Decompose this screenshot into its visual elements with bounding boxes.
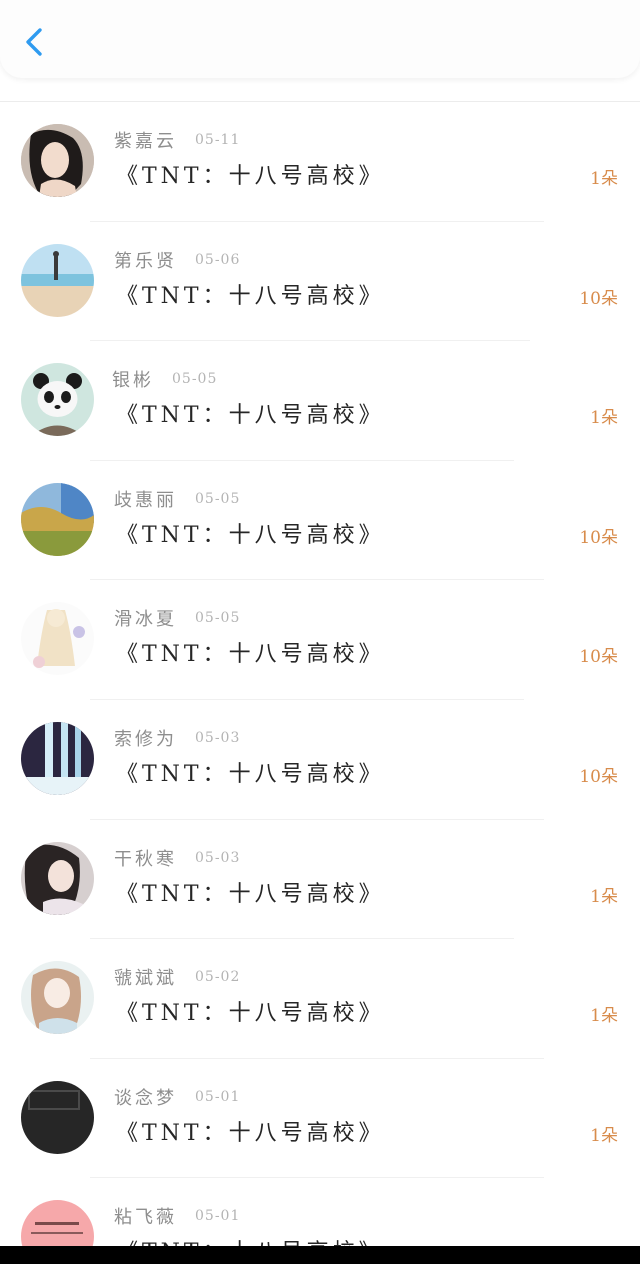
sender-name: 滑冰夏	[114, 609, 177, 631]
list-item[interactable]: 银彬 05-05 《TNT：十八号高校》 1朵	[0, 341, 640, 461]
gift-date: 05-03	[195, 729, 241, 746]
chevron-left-icon	[26, 28, 42, 56]
gift-date: 05-11	[195, 132, 241, 148]
list-item[interactable]: 歧惠丽 05-05 《TNT：十八号高校》 10朵	[0, 461, 640, 581]
book-title: 《TNT：十八号高校》	[116, 1120, 385, 1146]
book-title: 《TNT：十八号高校》	[116, 1001, 385, 1027]
gift-amount: 1朵	[590, 408, 618, 429]
sender-name: 干秋寒	[114, 848, 177, 870]
book-title: 《TNT：十八号高校》	[116, 283, 385, 309]
gift-date: 05-06	[195, 251, 241, 268]
book-title: 《TNT：十八号高校》	[116, 403, 385, 429]
avatar[interactable]	[21, 841, 94, 915]
beach-photo-icon	[21, 243, 94, 317]
waterfall-photo-icon	[21, 721, 94, 795]
gift-date: 05-01	[195, 1208, 241, 1225]
sender-name: 谈念梦	[114, 1087, 177, 1109]
list-item[interactable]: 谈念梦 05-01 《TNT：十八号高校》 1朵	[0, 1059, 640, 1179]
gift-amount: 10朵	[579, 647, 618, 668]
list-item[interactable]: 干秋寒 05-03 《TNT：十八号高校》 1朵	[0, 820, 640, 940]
sender-name: 索修为	[114, 728, 177, 750]
gift-amount: 10朵	[579, 527, 618, 548]
list-item[interactable]: 紫嘉云 05-11 《TNT：十八号高校》 1朵	[0, 102, 640, 222]
book-title: 《TNT：十八号高校》	[116, 164, 385, 189]
book-title: 《TNT：十八号高校》	[116, 761, 385, 787]
gift-amount: 1朵	[590, 169, 618, 189]
illustration-flowers-icon	[21, 602, 94, 676]
avatar[interactable]	[21, 124, 94, 197]
book-title: 《TNT：十八号高校》	[116, 522, 385, 548]
avatar[interactable]	[21, 961, 94, 1035]
sender-name: 银彬	[112, 370, 154, 392]
list-item[interactable]: 滑冰夏 05-05 《TNT：十八号高校》 10朵	[0, 580, 640, 700]
landscape-photo-icon	[21, 482, 94, 556]
top-bar	[0, 0, 640, 78]
avatar[interactable]	[21, 363, 94, 437]
book-title: 《TNT：十八号高校》	[116, 881, 385, 907]
portrait-photo-icon	[21, 124, 94, 197]
gift-date: 05-05	[195, 610, 241, 627]
gift-amount: 1朵	[590, 1006, 618, 1027]
book-title: 《TNT：十八号高校》	[116, 642, 385, 668]
avatar[interactable]	[21, 1080, 94, 1154]
avatar[interactable]	[21, 482, 94, 556]
dark-image-placeholder-icon	[21, 1080, 94, 1154]
sender-name: 第乐贤	[114, 250, 177, 272]
list-item[interactable]: 虢斌斌 05-02 《TNT：十八号高校》 1朵	[0, 939, 640, 1059]
gift-date: 05-01	[195, 1088, 241, 1105]
gift-date: 05-05	[172, 371, 218, 388]
avatar[interactable]	[21, 243, 94, 317]
system-bottom-bar	[0, 1246, 640, 1264]
sender-name: 粘飞薇	[114, 1207, 177, 1229]
list-item[interactable]: 索修为 05-03 《TNT：十八号高校》 10朵	[0, 700, 640, 820]
gift-amount: 1朵	[590, 1125, 618, 1146]
avatar[interactable]	[21, 602, 94, 676]
panda-photo-icon	[21, 363, 94, 437]
portrait-photo-icon	[21, 841, 94, 915]
gift-amount: 10朵	[579, 766, 618, 787]
anime-girl-illustration-icon	[21, 961, 94, 1035]
avatar[interactable]	[21, 721, 94, 795]
gift-date: 05-02	[195, 969, 241, 986]
gift-date: 05-03	[195, 849, 241, 866]
gift-amount: 1朵	[590, 886, 618, 907]
gift-date: 05-05	[195, 490, 241, 507]
sender-name: 紫嘉云	[114, 131, 177, 152]
sender-name: 虢斌斌	[114, 968, 177, 990]
sender-name: 歧惠丽	[114, 489, 177, 511]
list-item[interactable]: 第乐贤 05-06 《TNT：十八号高校》 10朵	[0, 222, 640, 342]
back-button[interactable]	[18, 22, 54, 62]
gift-record-list: 紫嘉云 05-11 《TNT：十八号高校》 1朵 第乐贤 05-06 《TNT：…	[0, 102, 640, 1264]
gift-amount: 10朵	[579, 288, 618, 309]
